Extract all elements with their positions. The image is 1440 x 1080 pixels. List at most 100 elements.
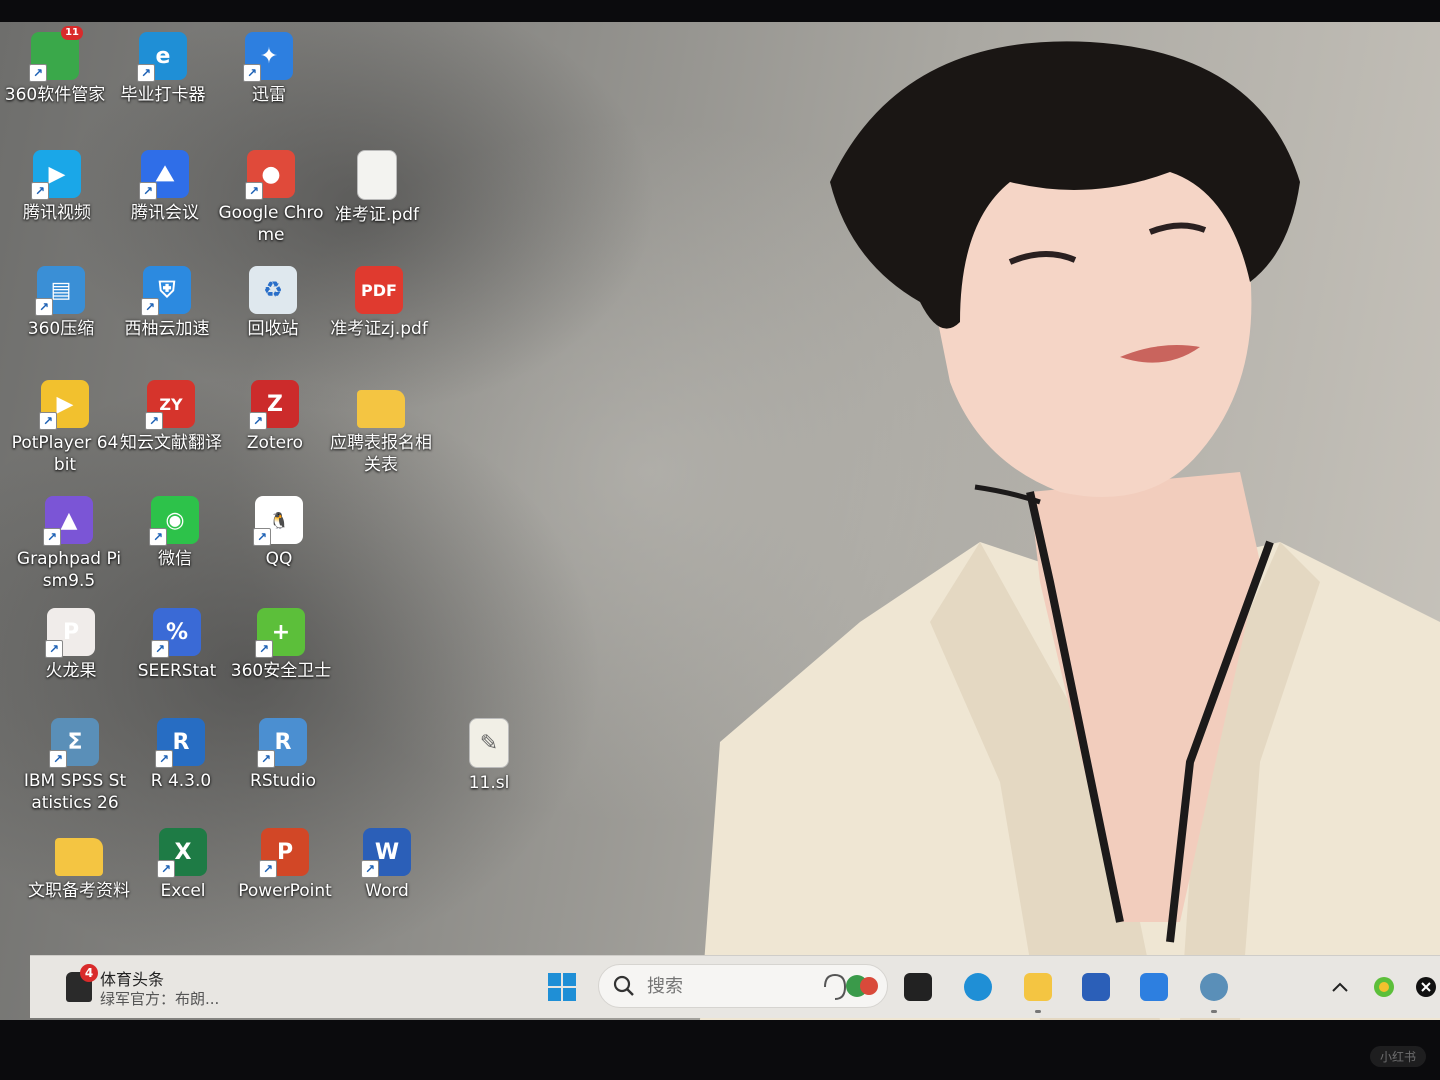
desktop-icon[interactable]: % ↗ SEERStat <box>122 608 232 682</box>
tencent-meeting-icon: ⛰ ↗ <box>139 150 189 200</box>
icon-glyph: ▶ <box>56 391 74 417</box>
desktop-icon[interactable]: P ↗ PowerPoint <box>230 828 340 902</box>
running-indicator <box>1211 1010 1217 1013</box>
desktop-icon[interactable]: 文职备考资料 <box>24 828 134 902</box>
desktop-icon-label: 毕业打卡器 <box>120 85 206 105</box>
taskbar-app-spss[interactable] <box>1194 967 1234 1013</box>
news-subtitle: 绿军官方：布朗... <box>100 990 220 1008</box>
r-language-icon: R ↗ <box>155 718 205 768</box>
windows-start-button[interactable] <box>542 967 582 1007</box>
windows-start-icon <box>548 973 576 1001</box>
zotero-icon: Z ↗ <box>249 380 299 430</box>
desktop-icon-label: 火龙果 <box>45 661 97 681</box>
xunlei-icon: ✦ ↗ <box>243 32 293 82</box>
desktop-icon[interactable]: R ↗ R 4.3.0 <box>126 718 236 792</box>
icon-glyph: P <box>276 839 294 865</box>
desktop-icon[interactable]: 🐧 ↗ QQ <box>224 496 334 570</box>
desktop-icon[interactable]: e ↗ 毕业打卡器 <box>108 32 218 106</box>
desktop-icon[interactable]: 11 ↗ 360软件管家 <box>0 26 110 106</box>
shortcut-arrow-icon: ↗ <box>145 412 163 430</box>
desktop-icon[interactable]: ▶ ↗ PotPlayer 64 bit <box>10 380 120 476</box>
search-box[interactable] <box>598 964 888 1008</box>
shortcut-arrow-icon: ↗ <box>243 64 261 82</box>
icon-glyph: ZY <box>159 394 183 414</box>
desktop-icon-label: PowerPoint <box>238 881 332 901</box>
shortcut-arrow-icon: ↗ <box>245 182 263 200</box>
360-software-manager-icon: 11 ↗ <box>29 26 83 82</box>
desktop-icon[interactable]: P ↗ 火龙果 <box>16 608 126 682</box>
desktop-icon-label: 腾讯视频 <box>23 203 91 223</box>
desktop-icon[interactable]: ● ↗ Google Chrome <box>216 150 326 246</box>
shortcut-arrow-icon: ↗ <box>249 412 267 430</box>
script-file-icon: ✎ <box>469 718 509 768</box>
pdf-icon: PDF <box>355 266 403 314</box>
desktop-icon[interactable]: ✦ ↗ 迅雷 <box>214 32 324 106</box>
edge-icon <box>964 973 992 1001</box>
shortcut-arrow-icon: ↗ <box>31 182 49 200</box>
word-icon: W ↗ <box>361 828 411 878</box>
icon-glyph: ♻ <box>263 277 283 303</box>
icon-glyph: % <box>165 619 189 645</box>
icon-glyph: P <box>62 619 80 645</box>
desktop-icon[interactable]: Z ↗ Zotero <box>220 380 330 454</box>
desktop-icon[interactable]: ▲ ↗ Graphpad Pism9.5 <box>14 496 124 592</box>
taskbar-app-task-view[interactable] <box>898 967 938 1007</box>
search-input[interactable] <box>645 973 809 999</box>
desktop-icon[interactable]: ▤ ↗ 360压缩 <box>6 266 116 340</box>
shortcut-arrow-icon: ↗ <box>253 528 271 546</box>
shortcut-arrow-icon: ↗ <box>49 750 67 768</box>
desktop-icon[interactable]: ⛨ ↗ 西柚云加速 <box>112 266 222 340</box>
notification-badge: 4 <box>80 964 98 982</box>
desktop-icon-label: Excel <box>160 881 206 901</box>
desktop-icon[interactable]: ▶ ↗ 腾讯视频 <box>2 150 112 224</box>
qq-icon: 🐧 ↗ <box>253 496 303 546</box>
icon-glyph: R <box>172 729 190 755</box>
folder-icon <box>357 390 405 428</box>
rstudio-icon: R ↗ <box>257 718 307 768</box>
desktop-icon-label: 回收站 <box>247 319 299 339</box>
desktop-icon-label: QQ <box>265 549 293 569</box>
icon-glyph: X <box>174 839 192 865</box>
icon-glyph: ✎ <box>479 730 499 756</box>
desktop-icon[interactable]: 应聘表报名相关表 <box>326 380 436 476</box>
taskbar: 4 体育头条 绿军官方：布朗... <box>30 955 1440 1018</box>
close-icon <box>1416 977 1436 997</box>
tray-360-security[interactable] <box>1364 967 1404 1007</box>
desktop-icon[interactable]: Σ ↗ IBM SPSS Statistics 26 <box>20 718 130 814</box>
desktop-icon[interactable]: + ↗ 360安全卫士 <box>226 608 336 682</box>
360-zip-icon: ▤ ↗ <box>35 266 85 316</box>
shortcut-arrow-icon: ↗ <box>157 860 175 878</box>
shortcut-arrow-icon: ↗ <box>149 528 167 546</box>
task-view-icon <box>904 973 932 1001</box>
taskbar-app-microsoft-store[interactable] <box>1076 967 1116 1007</box>
desktop-icon-label: Word <box>365 881 409 901</box>
icon-glyph: R <box>274 729 292 755</box>
news-widget[interactable]: 4 体育头条 绿军官方：布朗... <box>66 964 306 1010</box>
desktop-icon-label: IBM SPSS Statistics 26 <box>23 771 127 813</box>
desktop-icon[interactable]: ZY ↗ 知云文献翻译 <box>116 380 226 454</box>
desktop-icon[interactable]: PDF 准考证zj.pdf <box>324 266 434 340</box>
icon-glyph: ⛰ <box>155 161 175 187</box>
desktop-icon[interactable]: X ↗ Excel <box>128 828 238 902</box>
shortcut-arrow-icon: ↗ <box>155 750 173 768</box>
desktop-icon[interactable]: ⛰ ↗ 腾讯会议 <box>110 150 220 224</box>
file-explorer-icon <box>1024 973 1052 1001</box>
seerstat-icon: % ↗ <box>151 608 201 658</box>
desktop-icon[interactable]: ♻ 回收站 <box>218 266 328 340</box>
icon-glyph: 🐧 <box>269 510 289 530</box>
desktop-icon[interactable]: 准考证.pdf <box>322 150 432 226</box>
desktop-icon[interactable]: ✎ 11.sl <box>434 718 544 794</box>
taskbar-app-xunlei[interactable] <box>1134 967 1174 1007</box>
search-icon <box>613 975 634 996</box>
powerpoint-icon: P ↗ <box>259 828 309 878</box>
tray-close-button[interactable] <box>1406 967 1440 1007</box>
desktop-icon[interactable]: ◉ ↗ 微信 <box>120 496 230 570</box>
desktop-icon[interactable]: R ↗ RStudio <box>228 718 338 792</box>
taskbar-app-edge[interactable] <box>958 967 998 1007</box>
taskbar-app-file-explorer[interactable] <box>1018 967 1058 1013</box>
desktop-icon-label: 西柚云加速 <box>124 319 210 339</box>
news-title: 体育头条 <box>100 970 165 989</box>
desktop-icon-label: 准考证zj.pdf <box>330 319 428 339</box>
show-hidden-icons-button[interactable] <box>1320 967 1360 1007</box>
desktop-icon[interactable]: W ↗ Word <box>332 828 442 902</box>
